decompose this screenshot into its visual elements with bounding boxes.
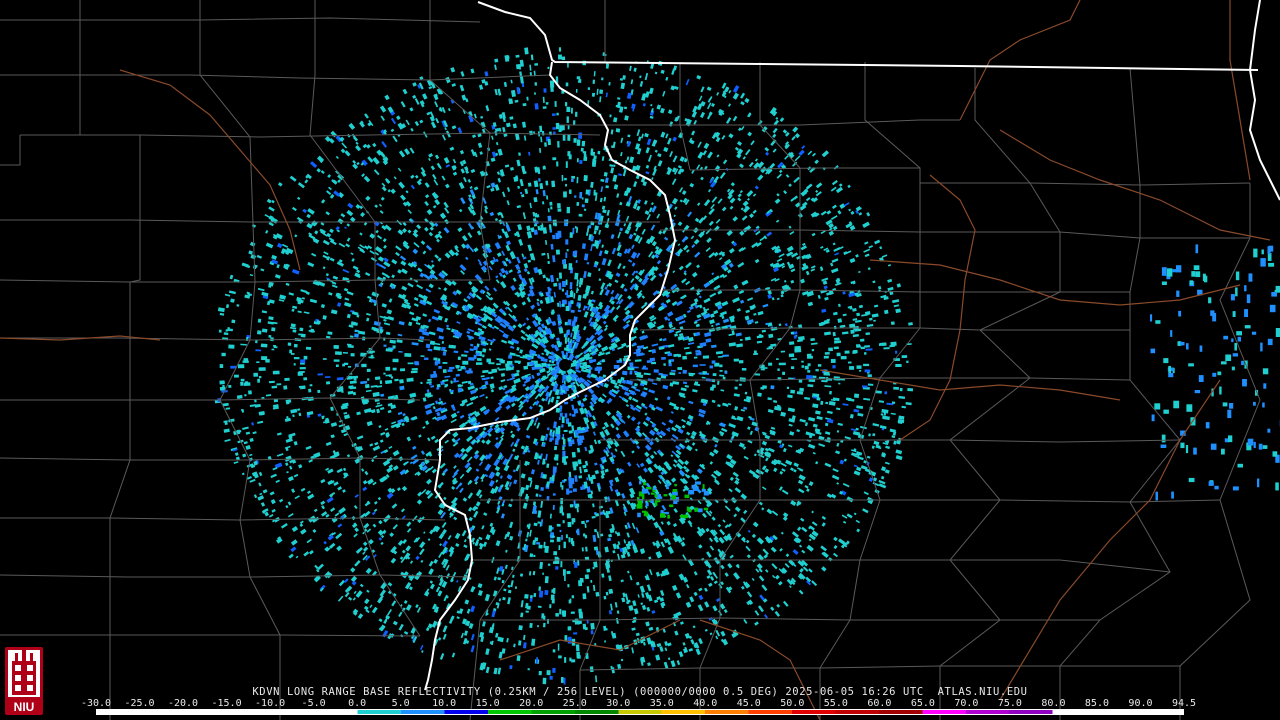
colorscale-tick-label: 15.0 [475,698,500,709]
colorscale-tick-label: 55.0 [823,698,848,709]
colorscale-tick-label: 10.0 [432,698,457,709]
colorscale-tick-label: -10.0 [255,698,286,709]
colorscale-tick-label: -30.0 [80,698,112,709]
colorscale-tick-label: 40.0 [693,698,718,709]
product-caption: KDVN LONG RANGE BASE REFLECTIVITY (0.25K… [252,686,1028,698]
colorscale-tick-label: 45.0 [736,698,761,709]
colorscale-tick-label: -5.0 [301,698,326,709]
colorscale-tick-label: 50.0 [780,698,805,709]
colorscale-tick-label: 80.0 [1041,698,1066,709]
colorscale-tick-label: -15.0 [211,698,242,709]
colorscale-tick-label: 30.0 [606,698,631,709]
colorscale-tick-label: 94.5 [1171,698,1197,709]
colorscale-tick-label: 70.0 [954,698,979,709]
colorscale-tick-label: 60.0 [867,698,892,709]
colorscale-tick-label: 75.0 [997,698,1022,709]
colorscale-tick-label: 85.0 [1084,698,1109,709]
colorscale-tick-label: 65.0 [910,698,935,709]
colorscale-tick-labels: -30.0 -25.0 -20.0 -15.0 -10.0 -5.0 0.0 5.0 10.0 1… [81,698,1196,709]
colorscale-tick-label: 25.0 [562,698,587,709]
radar-map [0,0,1280,720]
colorscale-tick-label: -20.0 [167,698,199,709]
colorscale-tick-label: 35.0 [649,698,674,709]
radar-site-marker [559,359,571,371]
colorscale-bar [96,709,1184,715]
colorscale-tick-label: 0.0 [348,698,367,709]
logo-text: NIU [14,700,35,714]
niu-tower-logo-icon: NIU [5,647,43,715]
colorscale-tick-label: -25.0 [124,698,155,709]
colorscale-tick-label: 90.0 [1128,698,1153,709]
colorscale-tick-label: 5.0 [391,698,410,709]
colorscale-tick-label: 20.0 [519,698,544,709]
reflectivity-echoes [214,47,1280,685]
